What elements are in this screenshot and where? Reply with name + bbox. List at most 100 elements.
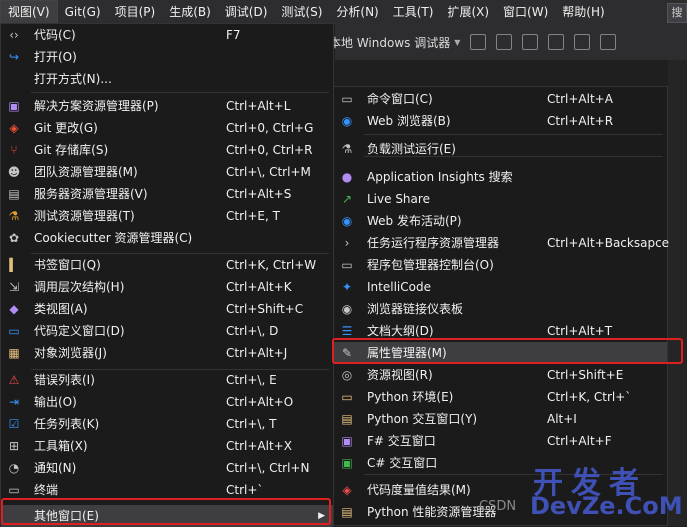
menu-item-shortcut: Ctrl+Alt+R (547, 114, 614, 128)
menu-item-shortcut: Ctrl+0, Ctrl+G (226, 121, 314, 135)
menu-item-label: 服务器资源管理器(V) (34, 187, 148, 201)
call-hierarchy-icon: ⇲ (8, 280, 20, 294)
menu-item-label: Live Share (367, 192, 430, 206)
package-console-icon: ▭ (341, 258, 353, 272)
folder-icon[interactable] (496, 34, 513, 50)
task-runner-icon: › (344, 236, 350, 250)
bell-icon: ◔ (8, 461, 20, 475)
attach-icon[interactable] (470, 34, 487, 50)
menu-item-view-12[interactable]: ◆ 类视图(A) Ctrl+Shift+C (1, 298, 333, 320)
menubar-item-window[interactable]: 窗口(W) (496, 0, 555, 24)
search-box[interactable]: 搜 (667, 3, 687, 23)
menu-item-other-12[interactable]: ◎ 资源视图(R) Ctrl+Shift+E (334, 364, 667, 386)
menu-item-label: Python 交互窗口(Y) (367, 412, 478, 426)
menu-item-view-16[interactable]: ⇥ 输出(O) Ctrl+Alt+O (1, 391, 333, 413)
menu-item-view-14[interactable]: ▦ 对象浏览器(J) Ctrl+Alt+J (1, 342, 333, 364)
comment-icon[interactable] (600, 34, 617, 50)
menubar-item-debug[interactable]: 调试(D) (218, 0, 275, 24)
menu-item-label: 通知(N) (34, 461, 77, 475)
menu-item-view-17[interactable]: ☑ 任务列表(K) Ctrl+\, T (1, 413, 333, 435)
intellicode-icon: ✦ (341, 280, 353, 294)
menu-item-other-8[interactable]: ✦ IntelliCode (334, 276, 667, 298)
menu-item-shortcut: Ctrl+Alt+Backsapce (547, 236, 670, 250)
menubar-item-help[interactable]: 帮助(H) (555, 0, 611, 24)
menu-item-label: 错误列表(I) (34, 373, 95, 387)
menu-item-view-5[interactable]: ⑂ Git 存储库(S) Ctrl+0, Ctrl+R (1, 139, 333, 161)
menu-item-view-6[interactable]: ☻ 团队资源管理器(M) Ctrl+\, Ctrl+M (1, 161, 333, 183)
menu-item-label: 打开方式(N)... (34, 72, 112, 86)
menu-item-other-0[interactable]: ▭ 命令窗口(C) Ctrl+Alt+A (334, 88, 667, 110)
load-test-icon: ⚗ (341, 142, 353, 156)
bookmark-toolbar-icon[interactable] (548, 34, 565, 50)
code-definition-icon: ▭ (8, 324, 20, 338)
editor-scroll-region (668, 60, 687, 526)
menu-item-label: 对象浏览器(J) (34, 346, 107, 360)
menu-item-view-4[interactable]: ◈ Git 更改(G) Ctrl+0, Ctrl+G (1, 117, 333, 139)
menu-item-view-11[interactable]: ⇲ 调用层次结构(H) Ctrl+Alt+K (1, 276, 333, 298)
toolbox-icon: ⊞ (8, 439, 20, 453)
menu-item-view-0[interactable]: ‹› 代码(C) F7 (1, 24, 333, 46)
menu-item-other-4[interactable]: ↗ Live Share (334, 188, 667, 210)
menu-item-view-7[interactable]: ▤ 服务器资源管理器(V) Ctrl+Alt+S (1, 183, 333, 205)
menu-item-label: 团队资源管理器(M) (34, 165, 138, 179)
menu-item-view-13[interactable]: ▭ 代码定义窗口(D) Ctrl+\, D (1, 320, 333, 342)
menu-item-other-1[interactable]: ◉ Web 浏览器(B) Ctrl+Alt+R (334, 110, 667, 132)
web-browser-icon: ◉ (341, 114, 353, 128)
menu-item-shortcut: Ctrl+0, Ctrl+R (226, 143, 313, 157)
menu-separator (31, 253, 329, 254)
menubar-item-view[interactable]: 视图(V) (0, 0, 58, 24)
menu-item-view-3[interactable]: ▣ 解决方案资源管理器(P) Ctrl+Alt+L (1, 95, 333, 117)
menubar-item-extensions[interactable]: 扩展(X) (440, 0, 496, 24)
watermark-bottom: DevZe.CoM (530, 492, 683, 520)
bookmark-icon: ▍ (9, 258, 19, 272)
menu-item-label: Web 发布活动(P) (367, 214, 462, 228)
menu-item-other-14[interactable]: ▤ Python 交互窗口(Y) Alt+I (334, 408, 667, 430)
menu-item-other-15[interactable]: ▣ F# 交互窗口 Ctrl+Alt+F (334, 430, 667, 452)
fsharp-interactive-icon: ▣ (341, 434, 353, 448)
menu-item-label: F# 交互窗口 (367, 434, 436, 448)
menubar-item-analyze[interactable]: 分析(N) (329, 0, 385, 24)
menubar-item-project[interactable]: 项目(P) (108, 0, 163, 24)
menu-item-shortcut: Ctrl+Alt+F (547, 434, 612, 448)
menu-item-other-9[interactable]: ◉ 浏览器链接仪表板 (334, 298, 667, 320)
menu-item-other-13[interactable]: ▭ Python 环境(E) Ctrl+K, Ctrl+` (334, 386, 667, 408)
menu-item-shortcut: Ctrl+\, D (226, 324, 279, 338)
menu-item-view-18[interactable]: ⊞ 工具箱(X) Ctrl+Alt+X (1, 435, 333, 457)
menu-item-label: Python 环境(E) (367, 390, 454, 404)
home-icon[interactable] (522, 34, 539, 50)
menubar-item-tools[interactable]: 工具(T) (386, 0, 441, 24)
menu-item-shortcut: Ctrl+E, T (226, 209, 280, 223)
menu-item-view-9[interactable]: ✿ Cookiecutter 资源管理器(C) (1, 227, 333, 249)
menu-item-view-19[interactable]: ◔ 通知(N) Ctrl+\, Ctrl+N (1, 457, 333, 479)
menu-item-view-8[interactable]: ⚗ 测试资源管理器(T) Ctrl+E, T (1, 205, 333, 227)
menu-item-label: Web 浏览器(B) (367, 114, 451, 128)
menu-item-shortcut: Ctrl+K, Ctrl+` (547, 390, 632, 404)
menu-item-view-1[interactable]: ↪ 打开(O) (1, 46, 333, 68)
menu-item-shortcut: Ctrl+\, Ctrl+N (226, 461, 310, 475)
menubar-item-build[interactable]: 生成(B) (162, 0, 218, 24)
test-explorer-icon: ⚗ (8, 209, 20, 223)
browser-link-icon: ◉ (341, 302, 353, 316)
menu-item-other-5[interactable]: ◉ Web 发布活动(P) (334, 210, 667, 232)
code-metrics-icon: ◈ (342, 483, 352, 497)
toolbar: 本地 Windows 调试器 ▼ (329, 24, 687, 60)
menubar-item-git[interactable]: Git(G) (58, 0, 108, 24)
object-browser-icon: ▦ (8, 346, 20, 360)
chevron-down-icon[interactable]: ▼ (454, 38, 460, 47)
menu-item-other-6[interactable]: › 任务运行程序资源管理器 Ctrl+Alt+Backsapce (334, 232, 670, 254)
menu-item-view-15[interactable]: ⚠ 错误列表(I) Ctrl+\, E (1, 369, 333, 391)
menu-item-view-10[interactable]: ▍ 书签窗口(Q) Ctrl+K, Ctrl+W (1, 254, 333, 276)
menu-item-view-2[interactable]: 打开方式(N)... (1, 68, 333, 90)
indent-icon[interactable] (574, 34, 591, 50)
output-icon: ⇥ (8, 395, 20, 409)
menu-item-other-3[interactable]: ● Application Insights 搜索 (334, 166, 667, 188)
menu-item-shortcut: Ctrl+\, T (226, 417, 277, 431)
menu-item-shortcut: Ctrl+K, Ctrl+W (226, 258, 317, 272)
menu-item-other-7[interactable]: ▭ 程序包管理器控制台(O) (334, 254, 667, 276)
python-env-icon: ▭ (341, 390, 353, 404)
menu-item-label: 书签窗口(Q) (34, 258, 101, 272)
run-target-dropdown[interactable]: 本地 Windows 调试器 (329, 34, 450, 51)
menu-item-label: 浏览器链接仪表板 (367, 302, 464, 316)
watermark-csdn: CSDN (479, 499, 517, 514)
menubar-item-test[interactable]: 测试(S) (274, 0, 329, 24)
